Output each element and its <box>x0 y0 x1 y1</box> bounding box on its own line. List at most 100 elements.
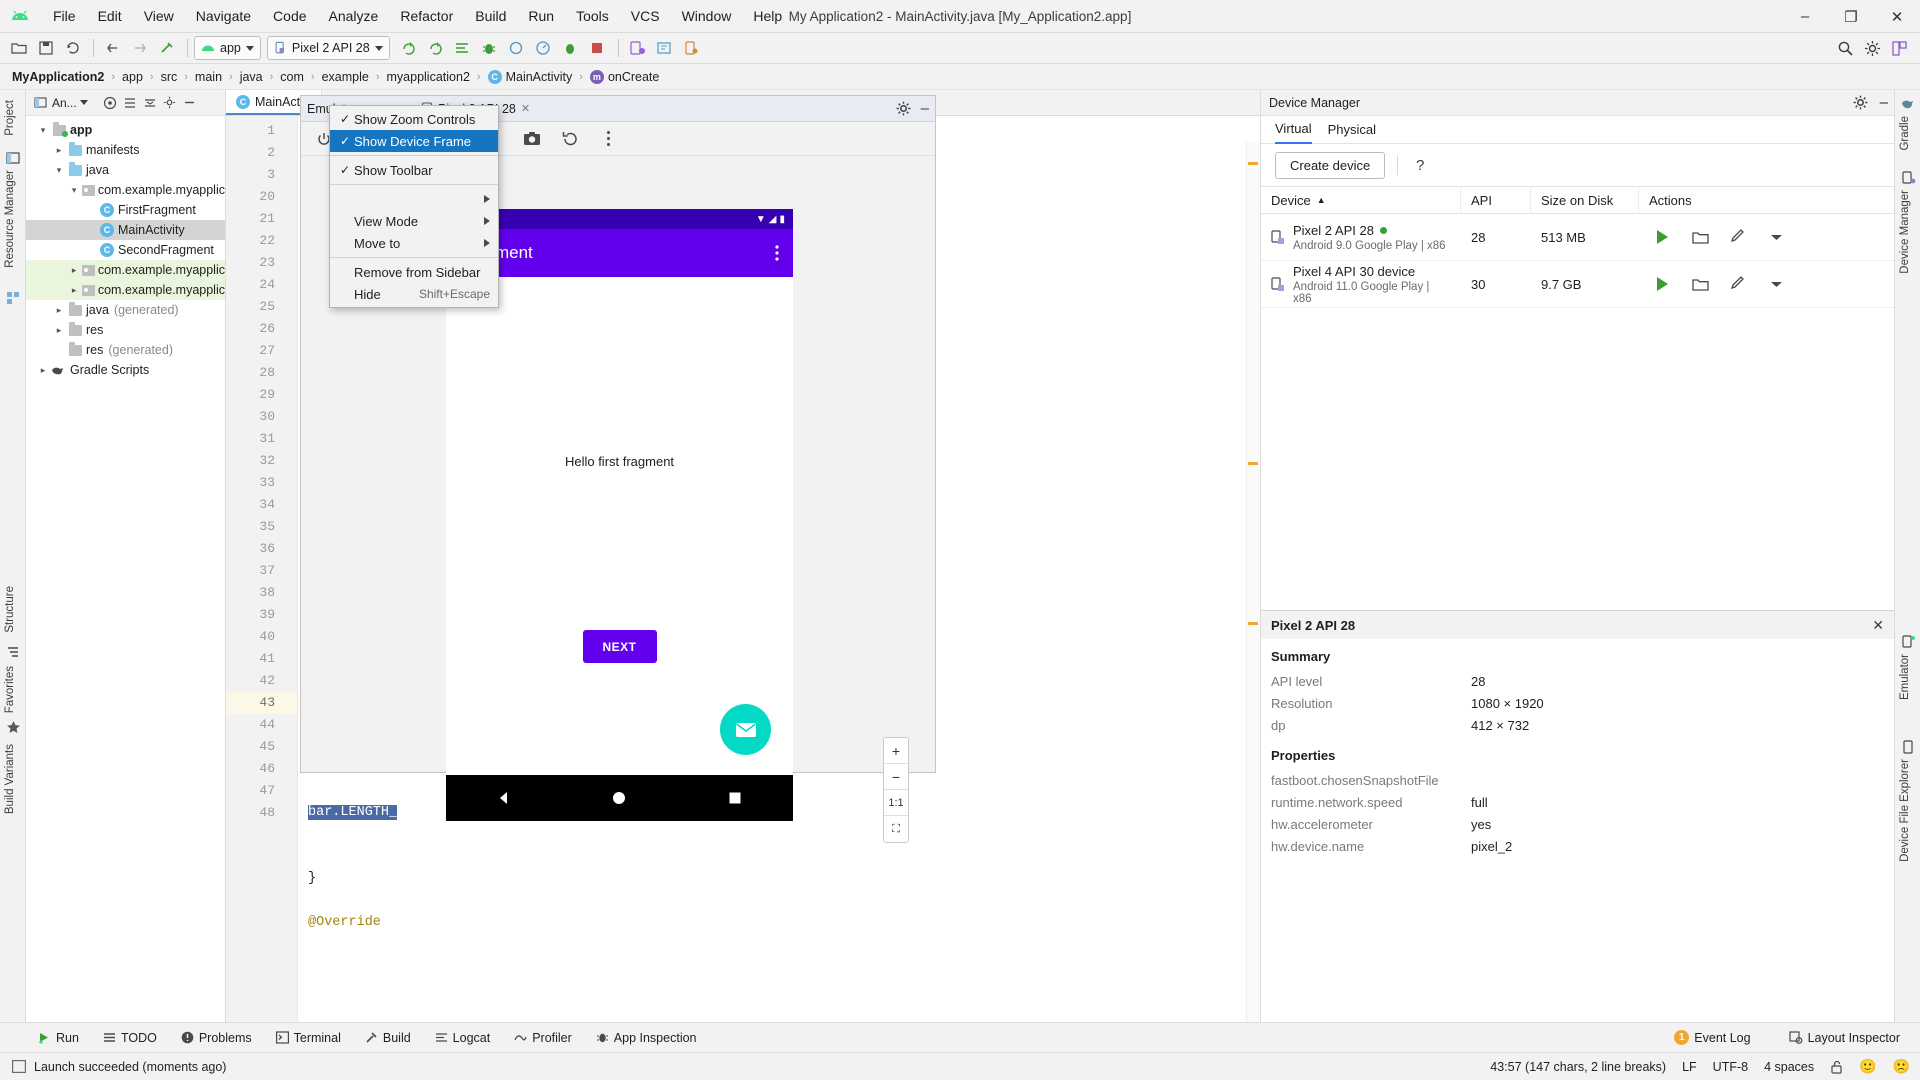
bottom-tab-terminal[interactable]: Terminal <box>264 1031 353 1045</box>
breadcrumb-src[interactable]: src <box>159 70 180 84</box>
menu-run[interactable]: Run <box>517 4 565 28</box>
zoom-in-button[interactable]: + <box>884 738 908 764</box>
tree-item-secondfragment[interactable]: C SecondFragment <box>26 240 225 260</box>
zoom-fit-button[interactable]: ⛶ <box>884 816 908 842</box>
more-vertical-icon[interactable] <box>597 128 619 150</box>
back-triangle-icon[interactable] <box>495 789 513 807</box>
search-icon[interactable] <box>1833 36 1858 61</box>
close-icon[interactable]: ✕ <box>521 102 530 115</box>
tree-item-package-androidtest[interactable]: ▸ com.example.myapplic <box>26 260 225 280</box>
apply-changes-icon[interactable] <box>450 36 475 61</box>
tree-item-manifests[interactable]: ▸ manifests <box>26 140 225 160</box>
indent-setting[interactable]: 4 spaces <box>1764 1060 1814 1074</box>
dropdown-menu-icon[interactable] <box>1763 233 1789 242</box>
chevron-right-icon[interactable]: ▸ <box>52 145 66 156</box>
bottom-tab-todo[interactable]: TODO <box>91 1031 169 1045</box>
sidebar-tab-emulator[interactable]: Emulator <box>1895 648 1915 706</box>
context-menu-item-show-device-frame[interactable]: ✓ Show Device Frame <box>330 130 498 152</box>
folder-icon[interactable] <box>1687 230 1713 245</box>
back-history-icon[interactable] <box>559 128 581 150</box>
context-menu-item-show-toolbar[interactable]: ✓ Show Toolbar <box>330 159 498 181</box>
menu-build[interactable]: Build <box>464 4 517 28</box>
status-message[interactable]: Launch succeeded (moments ago) <box>34 1060 226 1074</box>
chevron-down-icon[interactable]: ▾ <box>36 125 50 136</box>
settings-gear-icon[interactable] <box>896 101 911 116</box>
tree-item-package-main[interactable]: ▾ com.example.myapplic <box>26 180 225 200</box>
tree-item-java-generated[interactable]: ▸ java (generated) <box>26 300 225 320</box>
target-icon[interactable] <box>100 93 120 113</box>
bottom-tab-logcat[interactable]: Logcat <box>423 1031 503 1045</box>
context-menu-item-move-to[interactable]: View Mode <box>330 210 498 232</box>
project-panel-title[interactable]: An... <box>52 96 77 110</box>
bottom-tab-event-log[interactable]: 1 Event Log <box>1662 1030 1762 1045</box>
bottom-tab-run[interactable]: Run <box>26 1031 91 1045</box>
breadcrumb-java[interactable]: java <box>238 70 265 84</box>
home-circle-icon[interactable] <box>610 789 628 807</box>
device-next-button[interactable]: NEXT <box>582 630 657 663</box>
zoom-actual-size-button[interactable]: 1:1 <box>884 790 908 816</box>
menu-tools[interactable]: Tools <box>565 4 620 28</box>
menu-help[interactable]: Help <box>742 4 793 28</box>
module-selector-combo[interactable]: app <box>194 36 261 60</box>
run-icon[interactable] <box>396 36 421 61</box>
sdk-manager-icon[interactable] <box>652 36 677 61</box>
help-icon[interactable]: ? <box>1410 157 1430 174</box>
scroll-warning-marker[interactable] <box>1248 622 1258 625</box>
hide-panel-icon[interactable] <box>180 93 200 113</box>
bottom-tab-build[interactable]: Build <box>353 1031 423 1045</box>
line-separator[interactable]: LF <box>1682 1060 1697 1074</box>
star-icon[interactable] <box>0 715 26 739</box>
sidebar-tab-structure[interactable]: Structure <box>0 580 20 639</box>
resource-manager-icon[interactable] <box>0 286 26 310</box>
run-icon[interactable] <box>1649 277 1675 291</box>
edit-pencil-icon[interactable] <box>1725 229 1751 245</box>
hide-panel-icon[interactable]: – <box>921 100 929 117</box>
breadcrumb-project[interactable]: MyApplication2 <box>10 70 106 84</box>
avd-manager-icon[interactable] <box>625 36 650 61</box>
column-header-api[interactable]: API <box>1461 186 1531 214</box>
sidebar-tab-build-variants[interactable]: Build Variants <box>0 738 20 820</box>
tree-item-res-generated[interactable]: res (generated) <box>26 340 225 360</box>
zoom-out-button[interactable]: − <box>884 764 908 790</box>
column-header-device[interactable]: Device ▲ <box>1261 186 1461 214</box>
close-icon[interactable]: ✕ <box>1872 617 1884 634</box>
table-row[interactable]: Pixel 2 API 28 Android 9.0 Google Play |… <box>1261 214 1894 261</box>
breadcrumb-main[interactable]: main <box>193 70 224 84</box>
dropdown-menu-icon[interactable] <box>1763 280 1789 289</box>
menu-file[interactable]: File <box>42 4 87 28</box>
sidebar-tab-favorites[interactable]: Favorites <box>0 660 20 719</box>
file-encoding[interactable]: UTF-8 <box>1713 1060 1748 1074</box>
table-row[interactable]: Pixel 4 API 30 device Android 11.0 Googl… <box>1261 261 1894 308</box>
create-device-button[interactable]: Create device <box>1275 151 1386 179</box>
project-structure-icon[interactable] <box>1887 36 1912 61</box>
email-icon[interactable] <box>720 704 771 755</box>
face-happy-icon[interactable]: 🙂 <box>1859 1058 1876 1075</box>
context-menu-item-show-zoom-controls[interactable]: ✓ Show Zoom Controls <box>330 108 498 130</box>
camera-screenshot-icon[interactable] <box>521 128 543 150</box>
more-vertical-icon[interactable] <box>775 245 779 261</box>
open-folder-icon[interactable] <box>6 36 31 61</box>
settings-gear-icon[interactable] <box>160 93 180 113</box>
menu-edit[interactable]: Edit <box>87 4 133 28</box>
scroll-warning-marker[interactable] <box>1248 462 1258 465</box>
chevron-down-icon[interactable] <box>79 100 88 105</box>
menu-vcs[interactable]: VCS <box>620 4 671 28</box>
save-icon[interactable] <box>33 36 58 61</box>
run-icon[interactable] <box>1649 230 1675 244</box>
tree-item-res[interactable]: ▸ res <box>26 320 225 340</box>
stop-icon[interactable] <box>585 36 610 61</box>
chevron-down-icon[interactable]: ▾ <box>52 165 66 176</box>
profiler-icon[interactable] <box>531 36 556 61</box>
tab-physical[interactable]: Physical <box>1328 116 1376 144</box>
edit-pencil-icon[interactable] <box>1725 276 1751 292</box>
menu-view[interactable]: View <box>133 4 185 28</box>
sidebar-tab-device-manager[interactable]: Device Manager <box>1895 184 1915 280</box>
back-arrow-icon[interactable] <box>100 36 125 61</box>
rerun-icon[interactable] <box>423 36 448 61</box>
editor-scrollbar[interactable] <box>1246 142 1260 1022</box>
project-view-icon[interactable] <box>30 93 50 113</box>
forward-arrow-icon[interactable] <box>127 36 152 61</box>
expand-all-icon[interactable] <box>140 93 160 113</box>
unlocked-padlock-icon[interactable] <box>1830 1060 1843 1074</box>
face-sad-icon[interactable]: 🙁 <box>1893 1058 1910 1075</box>
